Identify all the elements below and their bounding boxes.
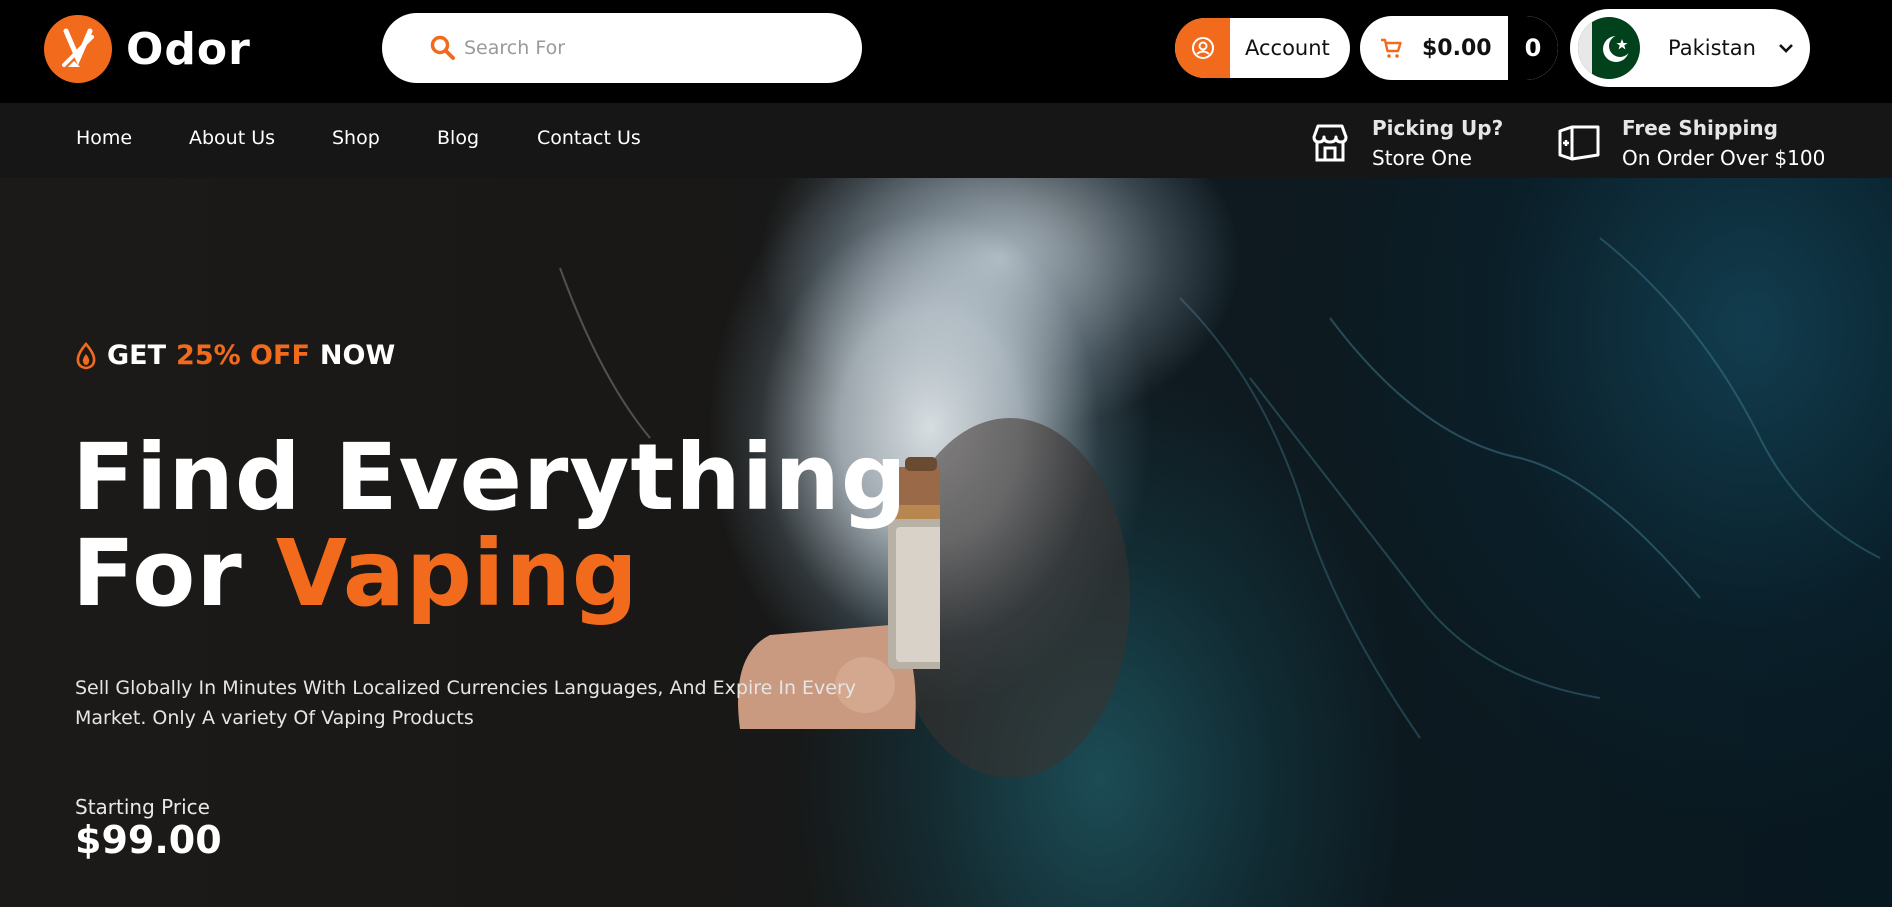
- headline-prefix: For: [72, 520, 243, 627]
- cart-count-badge: 0: [1508, 16, 1558, 80]
- country-selector[interactable]: Pakistan: [1570, 9, 1810, 87]
- starting-price-label: Starting Price: [75, 795, 210, 819]
- user-icon: [1175, 18, 1230, 78]
- nav-item-about-us[interactable]: About Us: [189, 127, 275, 149]
- search-icon: [430, 35, 455, 60]
- promo-text-now: NOW: [319, 340, 396, 371]
- cart-button[interactable]: $0.00 0: [1360, 16, 1558, 80]
- flame-icon: [76, 341, 96, 369]
- nav-item-home[interactable]: Home: [76, 127, 132, 149]
- nav-item-blog[interactable]: Blog: [437, 127, 479, 149]
- headline-line-1: Find Everything: [72, 424, 908, 531]
- search-bar[interactable]: [382, 13, 862, 83]
- top-header: Odor Account $0.00 0: [0, 0, 1892, 103]
- main-navigation: Home About Us Shop Blog Contact Us Picki…: [0, 103, 1892, 178]
- cart-total: $0.00: [1422, 35, 1492, 61]
- cart-icon: [1381, 38, 1402, 58]
- shipping-info: Free Shipping On Order Over $100: [1556, 113, 1825, 173]
- pakistan-flag-icon: [1578, 17, 1640, 79]
- promo-text-discount: 25% OFF: [176, 340, 310, 371]
- brand-name: Odor: [126, 23, 251, 75]
- store-icon: [1312, 124, 1348, 162]
- brand-logo[interactable]: Odor: [44, 15, 251, 83]
- shipping-title: Free Shipping: [1622, 116, 1778, 140]
- nav-item-shop[interactable]: Shop: [332, 127, 380, 149]
- nav-item-contact-us[interactable]: Contact Us: [537, 127, 641, 149]
- search-input[interactable]: [464, 37, 824, 59]
- pickup-title: Picking Up?: [1372, 116, 1504, 140]
- pickup-subtitle: Store One: [1372, 146, 1472, 170]
- pickup-info: Picking Up? Store One: [1308, 113, 1503, 173]
- logo-icon: [44, 15, 112, 83]
- country-name: Pakistan: [1668, 36, 1756, 60]
- headline-line-2: For Vaping: [72, 526, 908, 622]
- hero-description: Sell Globally In Minutes With Localized …: [75, 677, 857, 729]
- shipping-subtitle: On Order Over $100: [1622, 146, 1826, 170]
- account-label: Account: [1245, 36, 1330, 60]
- account-button[interactable]: Account: [1175, 18, 1350, 78]
- shipping-box-icon: [1558, 125, 1600, 161]
- promo-badge: GET 25% OFF NOW: [75, 340, 395, 371]
- chevron-down-icon: [1779, 44, 1793, 53]
- promo-text-get: GET: [107, 340, 167, 371]
- headline-accent: Vaping: [275, 520, 639, 627]
- hero-banner: GET 25% OFF NOW Find Everything For Vapi…: [0, 178, 1892, 907]
- hero-headline: Find Everything For Vaping: [72, 430, 908, 622]
- starting-price-value: $99.00: [75, 818, 222, 862]
